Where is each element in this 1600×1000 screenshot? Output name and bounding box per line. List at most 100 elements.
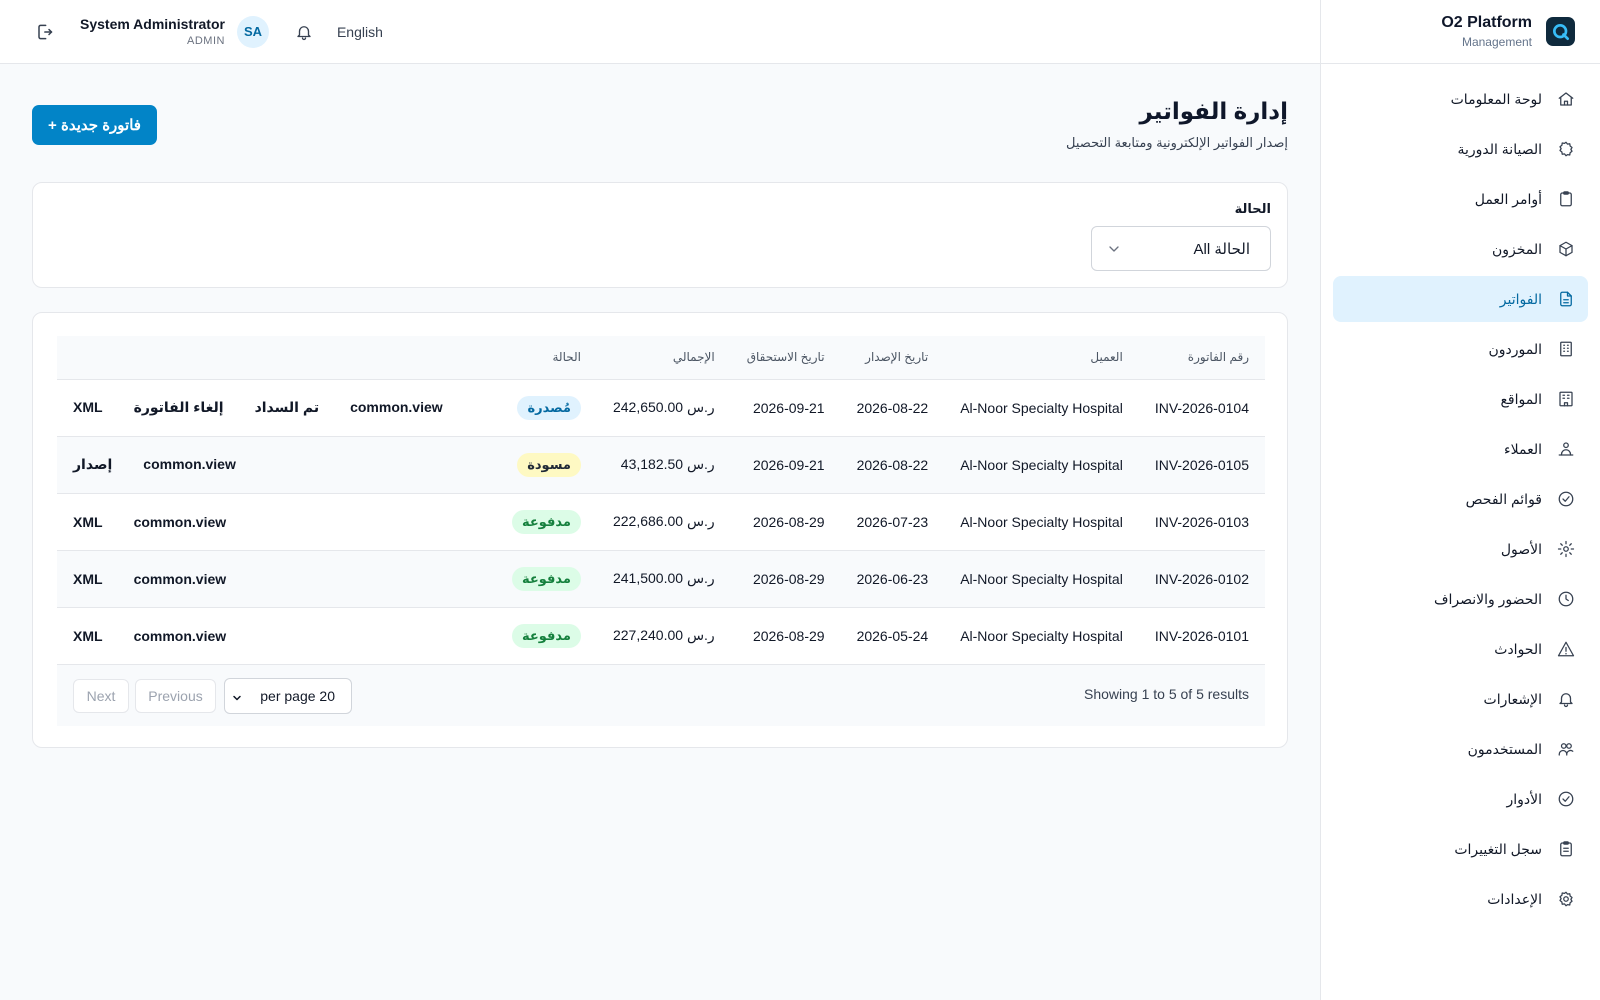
sidebar-item-7[interactable]: العملاء [1333, 426, 1588, 472]
col-total[interactable]: الإجمالي [597, 336, 731, 379]
total-cell: 227,240.00 ر.س [612, 627, 715, 644]
brand-subtitle: Management [1461, 35, 1532, 49]
sidebar-item-16[interactable]: الإعدادات [1333, 876, 1588, 922]
col-client[interactable]: العميل [944, 336, 1139, 379]
status-cell: مدفوعة [496, 607, 597, 664]
issue-date-cell: 2026-06-23 [856, 570, 929, 587]
due-date-cell: 2026-08-29 [752, 627, 825, 644]
col-status[interactable]: الحالة [496, 336, 597, 379]
table-header-row: رقم الفاتورة العميل تاريخ الإصدار تاريخ … [57, 336, 1265, 379]
brand: O2 Platform Management [1321, 0, 1600, 64]
client-cell: Al-Noor Specialty Hospital [960, 399, 1123, 416]
col-issue-date[interactable]: تاريخ الإصدار [841, 336, 945, 379]
page-header: + فاتورة جديدة إدارة الفواتير إصدار الفو… [32, 98, 1288, 168]
box-icon [1556, 239, 1576, 259]
issue-date-cell: 2026-08-22 [856, 456, 929, 473]
invoices-table: رقم الفاتورة العميل تاريخ الإصدار تاريخ … [57, 336, 1265, 664]
row-action-link[interactable]: إصدار [73, 456, 112, 473]
location-building-icon [1556, 389, 1576, 409]
language-switch[interactable]: English [337, 24, 383, 40]
sidebar-item-6[interactable]: المواقع [1333, 376, 1588, 422]
sidebar-item-0[interactable]: لوحة المعلومات [1333, 76, 1588, 122]
main-content: + فاتورة جديدة إدارة الفواتير إصدار الفو… [0, 64, 1320, 1000]
sidebar-item-14[interactable]: الأدوار [1333, 776, 1588, 822]
sidebar-item-13[interactable]: المستخدمون [1333, 726, 1588, 772]
status-badge: مدفوعة [511, 623, 581, 648]
status-cell: مُصدرة [496, 379, 597, 436]
sidebar-item-label: المستخدمون [1467, 740, 1542, 757]
issue-date-cell: 2026-08-22 [856, 399, 929, 416]
next-page-button[interactable]: Next [73, 679, 129, 713]
previous-page-button[interactable]: Previous [135, 679, 216, 713]
sidebar-item-8[interactable]: قوائم الفحص [1333, 476, 1588, 522]
col-due-date[interactable]: تاريخ الاستحقاق [731, 336, 841, 379]
brand-logo-icon [1546, 17, 1575, 46]
sidebar-item-label: أوامر العمل [1474, 190, 1542, 207]
sidebar-item-4[interactable]: الفواتير [1333, 276, 1588, 322]
sidebar-item-11[interactable]: الحوادث [1333, 626, 1588, 672]
client-cell: Al-Noor Specialty Hospital [960, 570, 1123, 587]
sidebar-item-9[interactable]: الأصول [1333, 526, 1588, 572]
row-action-link[interactable]: XML [73, 399, 103, 416]
new-invoice-button[interactable]: + فاتورة جديدة [32, 105, 157, 145]
due-date-cell: 2026-09-21 [752, 399, 825, 416]
sidebar-item-label: المخزون [1491, 240, 1542, 257]
sidebar-item-label: لوحة المعلومات [1450, 90, 1542, 107]
file-text-icon [1556, 289, 1576, 309]
invoice-number-cell: INV-2026-0102 [1154, 570, 1249, 587]
user-block: System Administrator ADMIN [80, 16, 225, 47]
total-cell: 242,650.00 ر.س [612, 399, 715, 415]
due-date-cell: 2026-08-29 [752, 570, 825, 587]
row-action-link[interactable]: XML [73, 514, 103, 530]
actions-cell: common.view تم السداد إلغاء الفاتورة XML [57, 379, 496, 436]
avatar[interactable]: SA [236, 15, 269, 48]
clipboard-icon [1556, 189, 1576, 209]
row-action-link[interactable]: common.view [134, 514, 227, 530]
row-action-link[interactable]: common.view [350, 399, 443, 416]
status-filter-select[interactable]: All الحالة [1091, 226, 1271, 271]
chevron-down-icon [231, 691, 243, 703]
row-action-link[interactable]: إلغاء الفاتورة [134, 399, 224, 416]
col-actions [57, 336, 496, 379]
gear-outline-icon [1556, 139, 1576, 159]
users-group-icon [1556, 439, 1576, 459]
actions-cell: common.view XML [57, 493, 496, 550]
client-cell: Al-Noor Specialty Hospital [960, 513, 1123, 530]
row-action-link[interactable]: XML [73, 571, 103, 587]
settings-icon [1556, 889, 1576, 909]
sidebar-item-15[interactable]: سجل التغييرات [1333, 826, 1588, 872]
sidebar-item-label: الأدوار [1506, 790, 1542, 807]
pagination-info: Showing 1 to 5 of 5 results [1084, 686, 1249, 702]
row-action-link[interactable]: common.view [134, 571, 227, 587]
sidebar-item-label: الصيانة الدورية [1457, 140, 1542, 157]
sidebar-item-label: الإشعارات [1483, 690, 1542, 707]
issue-date-cell: 2026-05-24 [856, 627, 929, 644]
row-action-link[interactable]: تم السداد [255, 399, 320, 416]
sidebar-item-label: قوائم الفحص [1465, 490, 1542, 507]
per-page-select[interactable]: per page 20 [224, 678, 352, 714]
sidebar-item-10[interactable]: الحضور والانصراف [1333, 576, 1588, 622]
invoice-number-cell: INV-2026-0104 [1154, 399, 1249, 416]
sidebar-item-label: الأصول [1500, 540, 1542, 557]
row-action-link[interactable]: XML [73, 628, 103, 644]
sidebar-item-2[interactable]: أوامر العمل [1333, 176, 1588, 222]
sidebar-item-12[interactable]: الإشعارات [1333, 676, 1588, 722]
client-cell: Al-Noor Specialty Hospital [960, 627, 1123, 644]
home-icon [1556, 89, 1576, 109]
total-cell: 43,182.50 ر.س [620, 456, 715, 472]
sidebar-item-3[interactable]: المخزون [1333, 226, 1588, 272]
logout-icon[interactable] [30, 18, 58, 46]
per-page-value: per page 20 [260, 688, 335, 704]
status-filter-value: All الحالة [1193, 240, 1250, 258]
sidebar-item-5[interactable]: الموردون [1333, 326, 1588, 372]
invoice-number-cell: INV-2026-0101 [1154, 627, 1249, 644]
table-row: INV-2026-0104 Al-Noor Specialty Hospital 2… [57, 379, 1265, 436]
notifications-bell-icon[interactable] [293, 21, 315, 43]
sidebar-item-1[interactable]: الصيانة الدورية [1333, 126, 1588, 172]
col-invoice-number[interactable]: رقم الفاتورة [1139, 336, 1265, 379]
row-action-link[interactable]: common.view [143, 456, 236, 473]
row-action-link[interactable]: common.view [134, 628, 227, 644]
bell-icon [1556, 689, 1576, 709]
brand-title: O2 Platform [1441, 14, 1532, 31]
status-badge: مدفوعة [511, 509, 581, 534]
